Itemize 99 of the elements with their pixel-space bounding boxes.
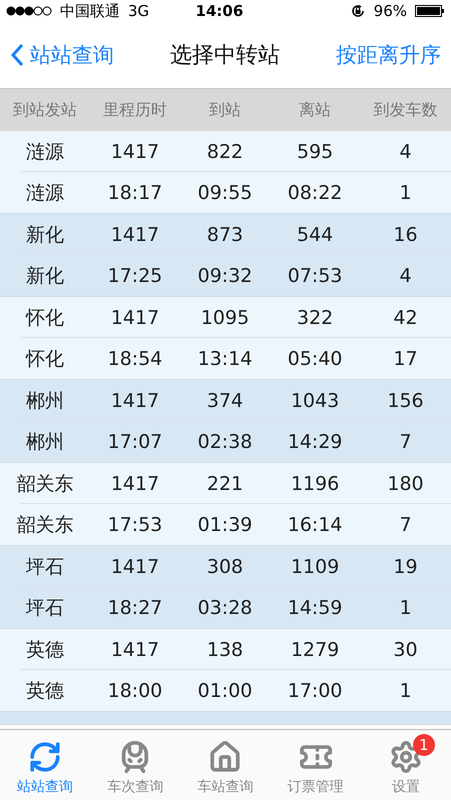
table-cell: 1: [399, 596, 412, 618]
tab-item[interactable]: 站站查询: [0, 730, 90, 800]
back-chevron-icon: [10, 43, 24, 67]
table-cell: 308: [206, 556, 244, 578]
table-cell-text: 坪石: [26, 596, 64, 620]
table-cell: 18:00: [108, 680, 162, 702]
carrier-name: 中国联通: [60, 2, 120, 20]
page-title: 选择中转站: [170, 42, 280, 70]
column-header: 里程历时: [103, 100, 167, 120]
table-cell-text: 坪石: [26, 554, 64, 580]
table-cell: 138: [206, 638, 244, 660]
table-cell: 595: [296, 140, 334, 162]
table-cell-text: 英德: [26, 638, 64, 662]
table-cell-text: 涟源: [26, 180, 64, 206]
table-cell: 16: [393, 224, 418, 246]
table-cell: 1109: [290, 556, 340, 578]
table-cell-text: 郴州: [26, 388, 64, 414]
table-cell-text: 新化: [26, 264, 64, 288]
station-group[interactable]: 坪石 1417 308 1109 19 坪石 18:27 03:28 14:59 1: [0, 546, 451, 629]
table-cell: 156: [387, 390, 424, 412]
table-cell: 873: [206, 224, 244, 246]
tab-item[interactable]: 设置 1: [360, 730, 451, 800]
table-cell-text: 郴州: [26, 430, 64, 454]
table-cell: 822: [206, 140, 244, 162]
signal-icon: [6, 6, 52, 16]
table-cell: 544: [296, 224, 334, 246]
status-time: 14:06: [194, 2, 244, 20]
table-cell: 09:55: [198, 182, 252, 204]
table-cell: 1279: [290, 638, 340, 660]
sync-icon: [28, 740, 62, 774]
table-cell: 07:53: [288, 264, 342, 286]
table-cell: 17:25: [108, 264, 162, 286]
table-cell: 1: [399, 182, 412, 204]
table-cell-text: 韶关东: [16, 512, 74, 538]
notification-badge: 1: [412, 734, 435, 756]
table-cell: 1417: [110, 638, 160, 660]
column-header: 到站发站: [13, 100, 77, 120]
station-group[interactable]: 怀化 1417 1095 322 42 怀化 18:54 13:14 05:40 17: [0, 297, 451, 380]
table-cell-text: 韶关东: [16, 472, 74, 496]
station-group[interactable]: 新化 1417 873 544 16 新化 17:25 09:32 07:53 4: [0, 214, 451, 297]
table-cell: 1417: [110, 556, 160, 578]
table-cell: 03:28: [198, 596, 252, 618]
table-cell: 1196: [290, 472, 340, 494]
table-cell: 02:38: [198, 430, 252, 452]
table-cell: 374: [206, 390, 244, 412]
table-cell: 221: [206, 472, 244, 494]
table-cell: 14:29: [288, 430, 342, 452]
table-cell: 19: [393, 556, 418, 578]
station-group[interactable]: 韶关东 1417 221 1196 180 韶关东 17:53 01:39 16:14 7: [0, 463, 451, 546]
column-header: 到发车数: [374, 100, 438, 120]
table-cell: 17:53: [108, 514, 162, 536]
table-cell: 08:22: [288, 182, 342, 204]
table-cell-text: 怀化: [26, 346, 64, 372]
house-icon: [208, 740, 242, 774]
table-cell: 42: [393, 306, 418, 328]
table-cell: 4: [399, 264, 412, 286]
table-cell: 1: [399, 680, 412, 702]
table-cell: 18:17: [108, 182, 162, 204]
table-cell: 13:14: [198, 348, 252, 370]
battery-percent: 96%: [374, 2, 407, 20]
station-group[interactable]: 涟源 1417 822 595 4 涟源 18:17 09:55 08:22 1: [0, 131, 451, 214]
table-cell-text: 怀化: [26, 306, 64, 330]
table-cell: 09:32: [198, 264, 252, 286]
table-cell: 1417: [110, 472, 160, 494]
table-cell: 30: [393, 638, 418, 660]
battery-icon: [415, 5, 445, 17]
table-cell: 1417: [110, 140, 160, 162]
network-type: 3G: [128, 2, 150, 20]
table-cell: 4: [399, 140, 412, 162]
table-cell: 05:40: [288, 348, 342, 370]
back-button[interactable]: 站站查询: [10, 41, 114, 69]
table-cell-text: 涟源: [26, 140, 64, 164]
table-cell: 18:27: [108, 596, 162, 618]
column-header: 到站: [209, 100, 241, 120]
table-cell: 14:59: [288, 596, 342, 618]
table-cell: 7: [399, 430, 412, 452]
station-group[interactable]: 郴州 1417 374 1043 156 郴州 17:07 02:38 14:29 7: [0, 380, 451, 463]
table-cell: 17:07: [108, 430, 162, 452]
table-cell: 1417: [110, 224, 160, 246]
column-header: 离站: [299, 100, 331, 120]
rotation-lock-icon: [350, 3, 366, 19]
table-cell-text: 新化: [26, 222, 64, 248]
table-cell: 322: [296, 306, 334, 328]
table-cell: 01:00: [198, 680, 252, 702]
table-cell: 7: [399, 514, 412, 536]
station-group[interactable]: [0, 712, 451, 725]
table-cell: 17: [393, 348, 418, 370]
table-cell: 01:39: [198, 514, 252, 536]
sort-button[interactable]: 按距离升序: [336, 41, 441, 69]
table-cell: 1043: [290, 390, 340, 412]
table-cell: 1417: [110, 390, 160, 412]
table-cell: 17:00: [288, 680, 342, 702]
station-group[interactable]: 英德 1417 138 1279 30 英德 18:00 01:00 17:00 1: [0, 629, 451, 712]
table-cell: 1417: [110, 306, 160, 328]
table-cell: 180: [387, 472, 424, 494]
table-cell-text: 英德: [26, 678, 64, 704]
table-cell: 1095: [200, 306, 250, 328]
table-cell: 16:14: [288, 514, 342, 536]
table-cell: 18:54: [108, 348, 162, 370]
